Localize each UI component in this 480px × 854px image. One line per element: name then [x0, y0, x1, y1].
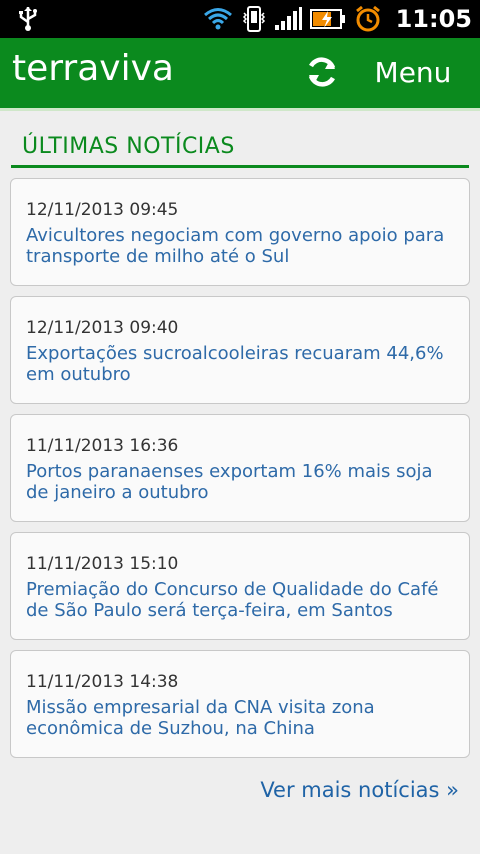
terraviva-logo[interactable]: terraviva — [12, 48, 174, 89]
status-bar: 11:05 — [0, 0, 480, 38]
wifi-icon — [203, 8, 232, 30]
news-date: 12/11/2013 09:45 — [26, 200, 179, 220]
app-bar: terraviva Menu — [0, 38, 480, 111]
signal-icon — [274, 7, 302, 30]
news-card[interactable]: 12/11/2013 09:40 Exportações sucroalcool… — [10, 296, 470, 404]
news-card[interactable]: 11/11/2013 15:10 Premiação do Concurso d… — [10, 532, 470, 640]
menu-button[interactable]: Menu — [358, 50, 468, 96]
clock: 11:05 — [395, 5, 472, 33]
news-headline[interactable]: Missão empresarial da CNA visita zona ec… — [26, 697, 455, 739]
news-headline[interactable]: Avicultores negociam com governo apoio p… — [26, 225, 455, 267]
vibrate-icon — [242, 6, 265, 32]
news-date: 11/11/2013 14:38 — [26, 672, 179, 692]
news-list: 12/11/2013 09:45 Avicultores negociam co… — [10, 178, 470, 768]
section-divider — [11, 165, 469, 168]
news-card[interactable]: 11/11/2013 14:38 Missão empresarial da C… — [10, 650, 470, 758]
news-date: 11/11/2013 16:36 — [26, 436, 179, 456]
news-card[interactable]: 12/11/2013 09:45 Avicultores negociam co… — [10, 178, 470, 286]
news-headline[interactable]: Portos paranaenses exportam 16% mais soj… — [26, 461, 455, 503]
battery-charging-icon — [309, 9, 345, 29]
alarm-icon — [355, 5, 380, 32]
section-title: ÚLTIMAS NOTÍCIAS — [22, 134, 235, 159]
news-date: 11/11/2013 15:10 — [26, 554, 179, 574]
news-card[interactable]: 11/11/2013 16:36 Portos paranaenses expo… — [10, 414, 470, 522]
usb-icon — [19, 7, 37, 31]
news-headline[interactable]: Exportações sucroalcooleiras recuaram 44… — [26, 343, 455, 385]
news-date: 12/11/2013 09:40 — [26, 318, 179, 338]
refresh-icon[interactable] — [304, 54, 340, 90]
status-icons: 11:05 — [202, 0, 472, 38]
news-headline[interactable]: Premiação do Concurso de Qualidade do Ca… — [26, 579, 455, 621]
more-news-link[interactable]: Ver mais notícias » — [260, 778, 459, 802]
